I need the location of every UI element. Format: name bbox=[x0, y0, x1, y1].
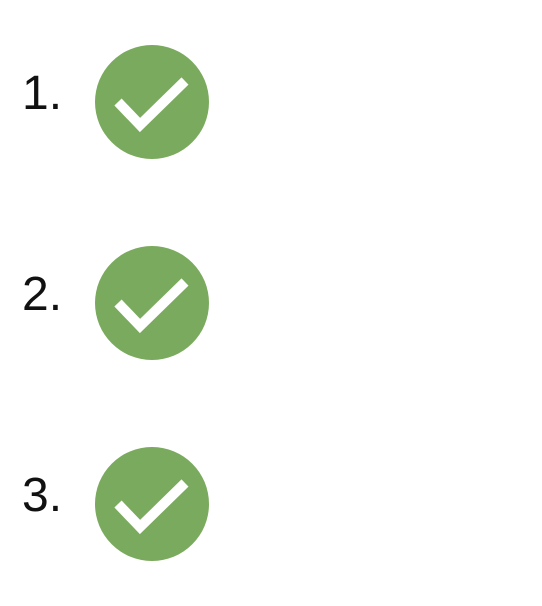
list-item: 3. bbox=[0, 444, 542, 564]
check-circle-icon bbox=[94, 44, 210, 160]
item-number: 3. bbox=[22, 469, 63, 522]
list-item: 1. bbox=[0, 42, 542, 162]
check-circle-icon bbox=[94, 245, 210, 361]
item-number: 2. bbox=[22, 268, 63, 321]
check-circle-icon bbox=[94, 446, 210, 562]
list-item: 2. bbox=[0, 243, 542, 363]
item-number: 1. bbox=[22, 67, 63, 120]
numbered-checklist: 1. 2. 3. bbox=[0, 0, 542, 606]
